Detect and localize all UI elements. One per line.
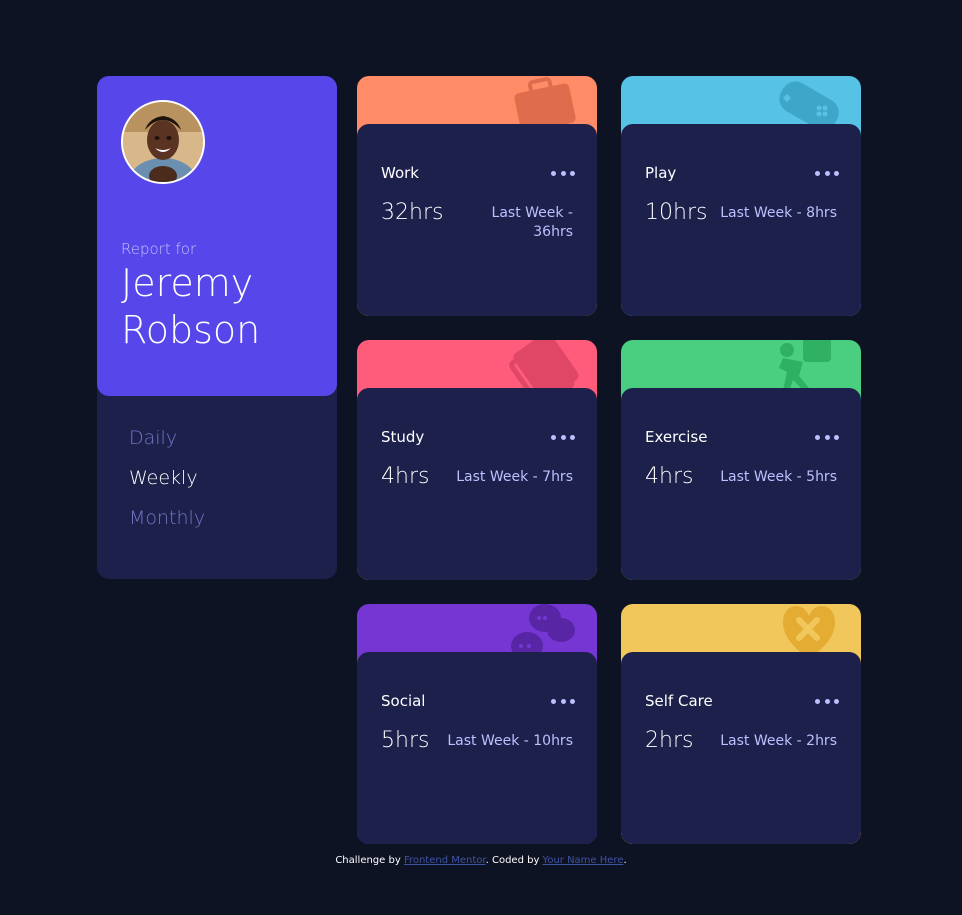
card-exercise-menu-icon[interactable]: [815, 428, 839, 446]
card-exercise-body[interactable]: Exercise 4hrs Last Week - 5hrs: [621, 388, 861, 580]
period-weekly[interactable]: Weekly: [129, 466, 198, 490]
card-work-body[interactable]: Work 32hrs Last Week - 36hrs: [357, 124, 597, 316]
card-play-menu-icon[interactable]: [815, 164, 839, 182]
card-selfcare-menu-icon[interactable]: [815, 692, 839, 710]
user-name: Jeremy Robson: [121, 261, 261, 352]
card-play-body[interactable]: Play 10hrs Last Week - 8hrs: [621, 124, 861, 316]
card-selfcare-title: Self Care: [645, 692, 713, 710]
card-social-current: 5hrs: [381, 728, 430, 753]
author-link[interactable]: Your Name Here: [543, 855, 624, 866]
period-daily[interactable]: Daily: [129, 426, 177, 450]
footer-prefix: Challenge by: [335, 855, 404, 866]
profile-card: Report for Jeremy Robson Daily Weekly Mo…: [97, 76, 337, 579]
card-social-previous: Last Week - 10hrs: [447, 733, 573, 749]
card-exercise-previous: Last Week - 5hrs: [720, 469, 837, 485]
dashboard-page: Report for Jeremy Robson Daily Weekly Mo…: [0, 0, 962, 915]
card-work-current: 32hrs: [381, 200, 444, 225]
user-avatar: [121, 100, 205, 184]
card-selfcare-body[interactable]: Self Care 2hrs Last Week - 2hrs: [621, 652, 861, 844]
card-play: Play 10hrs Last Week - 8hrs: [621, 76, 861, 316]
card-study-title: Study: [381, 428, 425, 446]
card-study-menu-icon[interactable]: [551, 428, 575, 446]
card-selfcare: Self Care 2hrs Last Week - 2hrs: [621, 604, 861, 844]
card-work: Work 32hrs Last Week - 36hrs: [357, 76, 597, 316]
profile-header: Report for Jeremy Robson: [97, 76, 337, 396]
card-play-title: Play: [645, 164, 677, 182]
card-social-menu-icon[interactable]: [551, 692, 575, 710]
card-study-previous: Last Week - 7hrs: [456, 469, 573, 485]
card-exercise-current: 4hrs: [645, 464, 694, 489]
card-exercise: Exercise 4hrs Last Week - 5hrs: [621, 340, 861, 580]
frontend-mentor-link[interactable]: Frontend Mentor: [404, 855, 486, 866]
card-work-previous: Last Week - 36hrs: [491, 205, 573, 240]
card-social-body[interactable]: Social 5hrs Last Week - 10hrs: [357, 652, 597, 844]
card-work-menu-icon[interactable]: [551, 164, 575, 182]
card-study-body[interactable]: Study 4hrs Last Week - 7hrs: [357, 388, 597, 580]
card-exercise-title: Exercise: [645, 428, 708, 446]
card-selfcare-current: 2hrs: [645, 728, 694, 753]
card-study-current: 4hrs: [381, 464, 430, 489]
attribution-footer: Challenge by Frontend Mentor. Coded by Y…: [0, 855, 962, 866]
footer-suffix: .: [623, 855, 627, 866]
card-social-title: Social: [381, 692, 426, 710]
card-play-current: 10hrs: [645, 200, 708, 225]
report-for-label: Report for: [121, 240, 197, 258]
period-selector: Daily Weekly Monthly: [129, 426, 205, 546]
footer-middle: . Coded by: [485, 855, 543, 866]
period-monthly[interactable]: Monthly: [129, 506, 205, 530]
card-study: Study 4hrs Last Week - 7hrs: [357, 340, 597, 580]
card-play-previous: Last Week - 8hrs: [720, 205, 837, 221]
card-social: Social 5hrs Last Week - 10hrs: [357, 604, 597, 844]
card-work-title: Work: [381, 164, 419, 182]
card-selfcare-previous: Last Week - 2hrs: [720, 733, 837, 749]
